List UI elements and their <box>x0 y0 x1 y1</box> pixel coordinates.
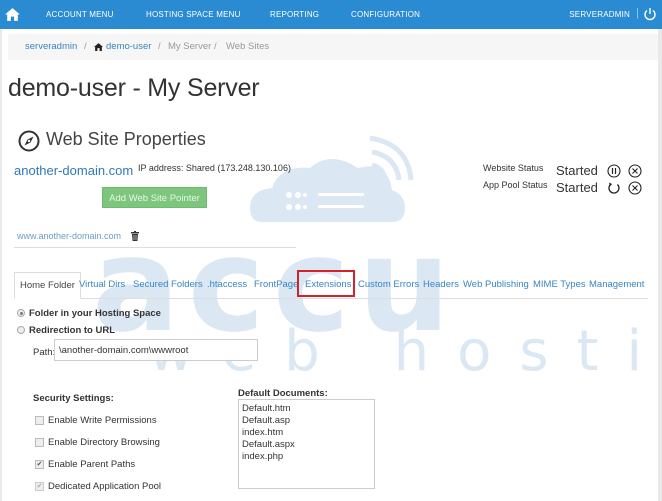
radio-folder-option[interactable]: Folder in your Hosting Space <box>17 308 161 319</box>
website-status-label: Website Status <box>483 163 544 173</box>
right-scroll-edge <box>658 29 662 501</box>
tab-secured-folders[interactable]: Secured Folders <box>133 272 203 298</box>
home-icon[interactable] <box>4 6 21 23</box>
checkbox-label: Enable Directory Browsing <box>48 437 160 448</box>
default-document-item: Default.aspx <box>242 439 295 450</box>
radio-redirect-label: Redirection to URL <box>29 325 116 336</box>
checkbox[interactable] <box>35 415 44 425</box>
breadcrumb-web-sites: Web Sites <box>226 41 270 52</box>
default-document-item: Default.htm <box>242 403 291 414</box>
divider <box>14 247 296 248</box>
checkbox-label: Enable Parent Paths <box>48 459 136 470</box>
home-icon <box>94 43 103 51</box>
radio-redirect-option[interactable]: Redirection to URL <box>17 325 115 336</box>
tab-custom-errors[interactable]: Custom Errors <box>358 272 419 298</box>
tab-htaccess[interactable]: .htaccess <box>207 272 247 298</box>
recycle-icon[interactable] <box>607 181 621 195</box>
radio-button[interactable] <box>17 326 25 335</box>
pause-icon[interactable] <box>607 164 621 178</box>
default-document-item: Default.asp <box>242 415 291 426</box>
breadcrumb-separator: / <box>84 41 87 52</box>
tab-mime-types[interactable]: MIME Types <box>533 272 586 298</box>
compass-icon <box>18 130 40 152</box>
app-pool-status-label: App Pool Status <box>483 180 548 190</box>
tab-headers[interactable]: Headers <box>423 272 459 298</box>
stop-app-pool-icon[interactable] <box>628 181 642 195</box>
security-settings-title: Security Settings: <box>33 393 114 404</box>
page-title: demo-user - My Server <box>8 74 260 102</box>
pointer-link[interactable]: www.another-domain.com <box>17 231 121 241</box>
checkbox-write-permissions[interactable]: Enable Write Permissions <box>35 415 157 426</box>
tab-home-folder[interactable]: Home Folder <box>14 272 81 299</box>
default-documents-title: Default Documents: <box>238 388 328 399</box>
breadcrumb-demo-user[interactable]: demo-user <box>106 34 151 60</box>
tab-management[interactable]: Management <box>589 272 644 298</box>
ip-address: IP address: Shared (173.248.130.106) <box>138 163 291 173</box>
checkbox-directory-browsing[interactable]: Enable Directory Browsing <box>35 437 160 448</box>
domain-name-link[interactable]: another-domain.com <box>14 163 133 178</box>
checkbox[interactable] <box>35 437 44 447</box>
breadcrumb-separator: / <box>158 41 161 52</box>
path-label: Path: <box>33 347 56 358</box>
radio-button-selected[interactable] <box>17 309 25 318</box>
left-border <box>0 29 2 501</box>
nav-reporting[interactable]: REPORTING <box>270 10 319 19</box>
checkbox-checked[interactable]: ✔ <box>35 459 44 469</box>
breadcrumb-separator: / <box>214 41 217 52</box>
checkbox-checked-disabled: ✔ <box>35 481 44 491</box>
section-title: Web Site Properties <box>46 129 206 149</box>
breadcrumb-serveradmin[interactable]: serveradmin <box>25 34 77 60</box>
checkbox-label: Dedicated Application Pool <box>48 481 162 492</box>
nav-account-menu[interactable]: ACCOUNT MENU <box>46 10 114 19</box>
tab-virtual-dirs[interactable]: Virtual Dirs <box>79 272 125 298</box>
website-status-value: Started <box>556 163 598 178</box>
app-pool-status-value: Started <box>556 180 598 195</box>
power-icon[interactable] <box>643 6 657 22</box>
default-documents-textarea[interactable]: Default.htm Default.asp index.htm Defaul… <box>238 399 375 489</box>
add-web-site-pointer-button[interactable]: Add Web Site Pointer <box>102 187 207 208</box>
user-menu[interactable]: SERVERADMIN <box>569 10 630 19</box>
tab-web-publishing[interactable]: Web Publishing <box>463 272 529 298</box>
nav-configuration[interactable]: CONFIGURATION <box>351 10 420 19</box>
checkbox-parent-paths[interactable]: ✔ Enable Parent Paths <box>35 459 135 470</box>
default-document-item: index.htm <box>242 427 284 438</box>
user-separator: | <box>636 7 639 19</box>
radio-folder-label: Folder in your Hosting Space <box>29 308 161 319</box>
breadcrumb: serveradmin / demo-user / My Server / We… <box>8 34 658 60</box>
tab-extensions[interactable]: Extensions <box>305 272 351 298</box>
nav-hosting-space-menu[interactable]: HOSTING SPACE MENU <box>146 10 241 19</box>
tab-bar: Home Folder Virtual Dirs Secured Folders… <box>14 272 648 299</box>
trash-icon[interactable] <box>131 231 139 241</box>
default-document-item: index.php <box>242 451 284 462</box>
checkbox-dedicated-app-pool[interactable]: ✔ Dedicated Application Pool <box>35 481 161 492</box>
top-navigation-bar: ACCOUNT MENU HOSTING SPACE MENU REPORTIN… <box>0 0 662 29</box>
stop-website-icon[interactable] <box>628 164 642 178</box>
signal-icon <box>369 135 414 181</box>
checkbox-label: Enable Write Permissions <box>48 415 157 426</box>
path-input[interactable] <box>54 339 258 361</box>
tab-frontpage[interactable]: FrontPage <box>254 272 298 298</box>
breadcrumb-my-server: My Server <box>168 41 212 52</box>
